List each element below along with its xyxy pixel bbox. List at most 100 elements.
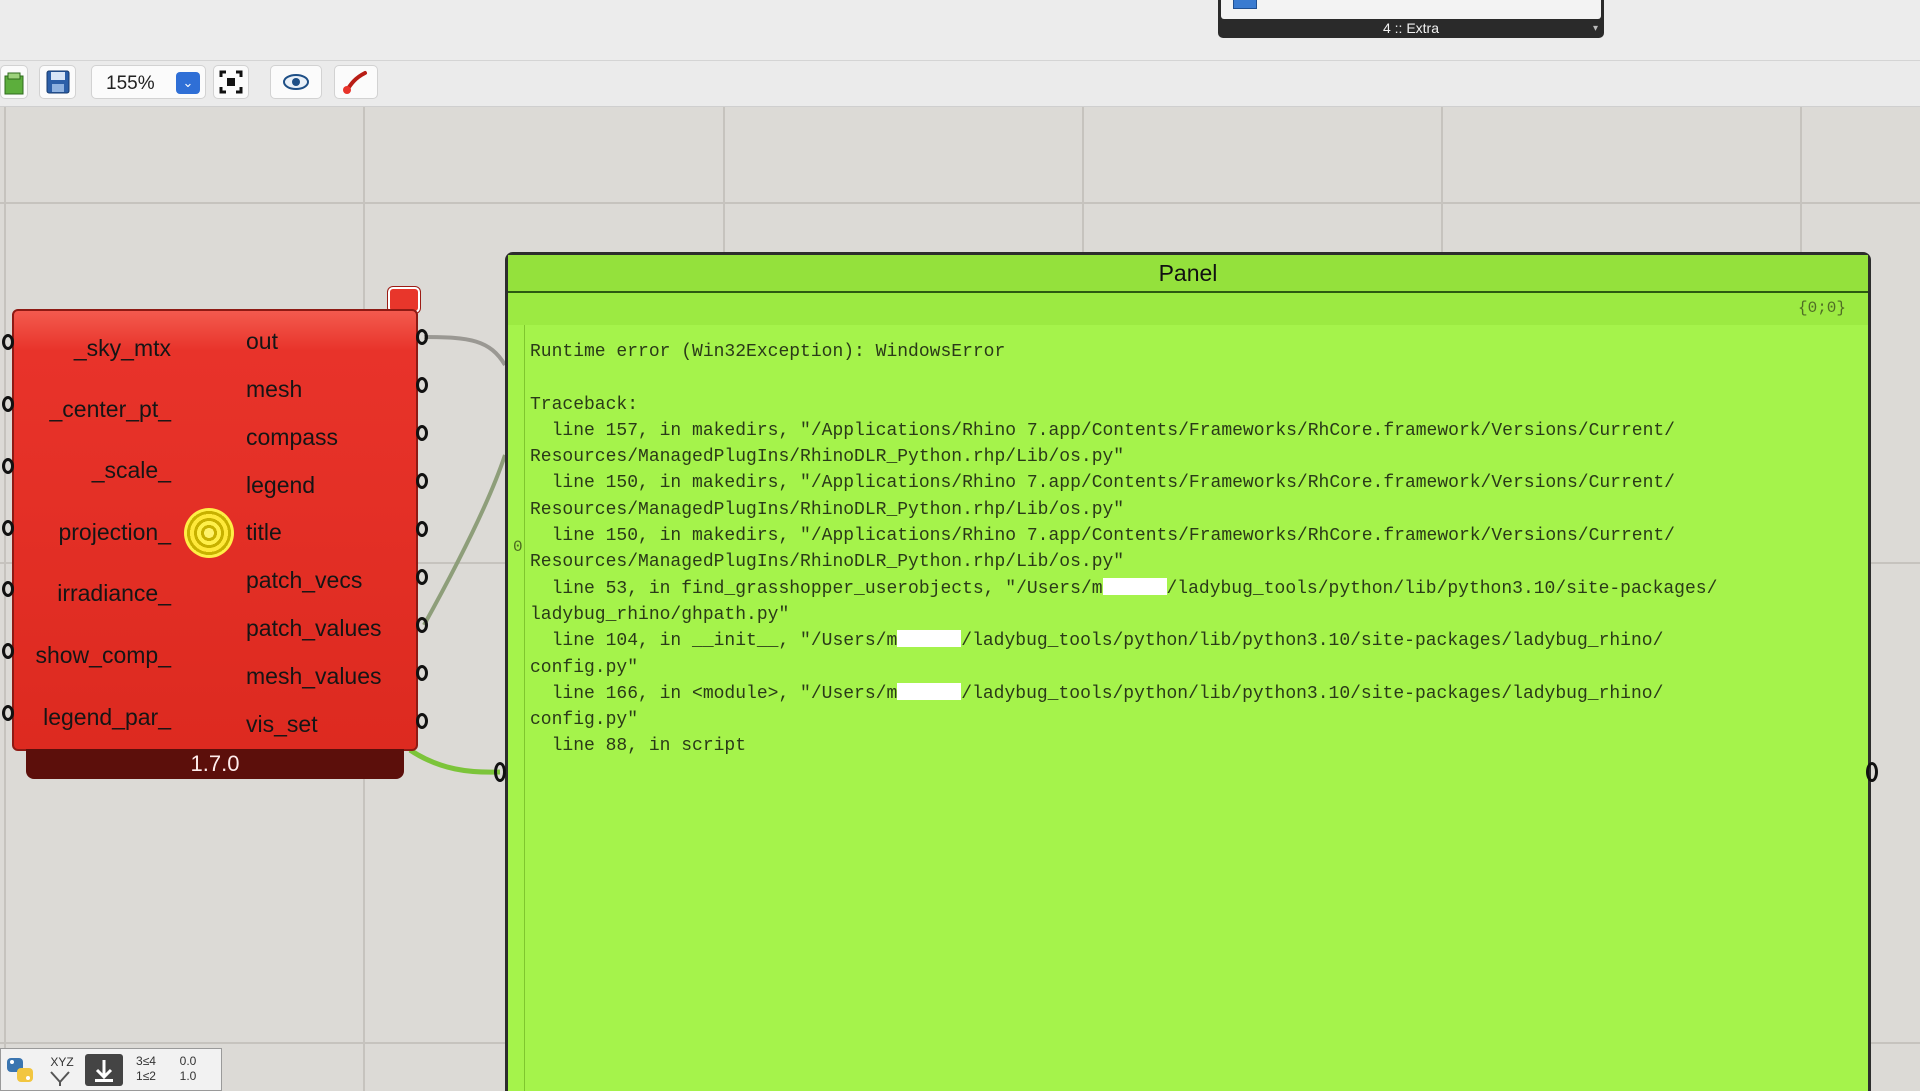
input-center-pt[interactable]: _center_pt_	[50, 396, 171, 423]
panel-line: line 150, in makedirs, "/Applications/Rh…	[530, 526, 1675, 547]
panel-line: Resources/ManagedPlugIns/RhinoDLR_Python…	[530, 447, 1125, 468]
xyz-button[interactable]: XYZ	[43, 1054, 81, 1086]
output-vis-set[interactable]: vis_set	[246, 711, 318, 738]
open-icon	[4, 72, 24, 95]
panel-line-part: line 166, in <module>, "/Users/m	[530, 683, 898, 704]
input-show-comp[interactable]: show_comp_	[35, 642, 171, 669]
panel-line: line 150, in makedirs, "/Applications/Rh…	[530, 473, 1675, 494]
redaction	[1102, 577, 1167, 595]
input-port[interactable]	[2, 705, 14, 721]
panel-line: Resources/ManagedPlugIns/RhinoDLR_Python…	[530, 499, 1125, 520]
output-port[interactable]	[416, 377, 428, 393]
output-port[interactable]	[416, 521, 428, 537]
canvas-widget-bar: XYZ 3≤4 1≤2 0.0 1.0	[0, 1048, 222, 1091]
python-icon	[7, 1058, 33, 1082]
input-sky-mtx[interactable]: _sky_mtx	[74, 335, 171, 362]
input-port[interactable]	[2, 396, 14, 412]
input-port[interactable]	[2, 520, 14, 536]
panel-line: Runtime error (Win32Exception): WindowsE…	[530, 342, 1006, 362]
preview-eye-icon	[283, 74, 309, 90]
save-button[interactable]	[39, 65, 76, 99]
panel-line: line 88, in script	[530, 736, 747, 757]
input-port[interactable]	[2, 458, 14, 474]
zoom-control[interactable]: 155% ⌄	[91, 65, 206, 99]
input-legend-par[interactable]: legend_par_	[43, 704, 171, 731]
panel-component[interactable]: Panel {0;0} 0 Runtime error (Win32Except…	[505, 252, 1871, 1091]
zoom-extents-button[interactable]	[213, 65, 249, 99]
input-port[interactable]	[2, 334, 14, 350]
input-scale[interactable]: _scale_	[92, 457, 171, 484]
input-port[interactable]	[2, 643, 14, 659]
input-projection[interactable]: projection_	[58, 519, 171, 546]
redaction	[897, 682, 962, 700]
panel-line: line 157, in makedirs, "/Applications/Rh…	[530, 420, 1675, 441]
output-legend[interactable]: legend	[246, 472, 315, 499]
output-port[interactable]	[416, 569, 428, 585]
output-port[interactable]	[416, 617, 428, 633]
panel-line: config.py"	[530, 710, 639, 731]
panel-gutter	[524, 325, 525, 1091]
output-port[interactable]	[416, 425, 428, 441]
extra-tab[interactable]: 4 :: Extra ▾	[1218, 0, 1604, 38]
save-icon	[46, 70, 70, 94]
zoom-dropdown-icon[interactable]: ⌄	[176, 72, 200, 94]
preview-button[interactable]	[270, 65, 322, 99]
sketch-brush-icon	[343, 71, 367, 94]
zoom-value[interactable]: 155%	[106, 73, 155, 95]
panel-line: ladybug_rhino/ghpath.py"	[530, 604, 790, 625]
sketch-button[interactable]	[334, 65, 378, 99]
panel-line-part: /ladybug_tools/python/lib/python3.10/sit…	[961, 631, 1664, 652]
panel-line: config.py"	[530, 657, 639, 678]
output-out[interactable]: out	[246, 328, 278, 355]
canvas-toolbar: 155% ⌄	[0, 61, 1920, 107]
sky-dome-icon	[184, 508, 234, 558]
panel-data-path: {0;0}	[1797, 299, 1846, 317]
python-button[interactable]	[1, 1054, 39, 1086]
panel-line-part: /ladybug_tools/python/lib/python3.10/sit…	[961, 683, 1664, 704]
output-patch-values[interactable]: patch_values	[246, 615, 382, 642]
ladybug-component[interactable]: _sky_mtx _center_pt_ _scale_ projection_…	[12, 309, 418, 751]
output-patch-vecs[interactable]: patch_vecs	[246, 567, 362, 594]
panel-line-part: line 53, in find_grasshopper_userobjects…	[530, 578, 1103, 599]
input-irradiance[interactable]: irradiance_	[57, 580, 171, 607]
component-version: 1.7.0	[26, 749, 404, 779]
panel-line: line 166, in <module>, "/Users/m/ladybug…	[530, 681, 1838, 707]
panel-line-part: line 104, in __init__, "/Users/m	[530, 631, 898, 652]
panel-title: Panel	[508, 255, 1868, 293]
ribbon: 4 :: Extra ▾	[0, 0, 1920, 61]
panel-line: line 53, in find_grasshopper_userobjects…	[530, 576, 1838, 602]
panel-line-part: /ladybug_tools/python/lib/python3.10/sit…	[1166, 578, 1718, 599]
number-slider-icon[interactable]: 0.0 1.0	[169, 1054, 207, 1086]
output-title[interactable]: title	[246, 519, 282, 546]
panel-input-port[interactable]	[494, 762, 506, 782]
expand-arrow-icon[interactable]: ▾	[1593, 23, 1598, 34]
component-thumbnail-icon[interactable]	[1233, 0, 1257, 9]
sort-icon[interactable]: 3≤4 1≤2	[127, 1054, 165, 1086]
redaction	[897, 630, 962, 648]
panel-item-index: 0	[513, 538, 523, 556]
panel-text[interactable]: Runtime error (Win32Exception): WindowsE…	[530, 339, 1838, 760]
download-button[interactable]	[85, 1054, 123, 1086]
output-mesh-values[interactable]: mesh_values	[246, 663, 382, 690]
panel-line: Resources/ManagedPlugIns/RhinoDLR_Python…	[530, 552, 1125, 573]
panel-path-bar: {0;0}	[508, 293, 1868, 325]
open-button[interactable]	[0, 65, 28, 99]
panel-output-port[interactable]	[1866, 762, 1878, 782]
download-icon	[95, 1060, 113, 1082]
zoom-extents-icon	[219, 70, 243, 94]
output-port[interactable]	[416, 665, 428, 681]
extra-tab-label: 4 :: Extra	[1382, 20, 1440, 36]
output-port[interactable]	[416, 329, 428, 345]
output-compass[interactable]: compass	[246, 424, 338, 451]
output-port[interactable]	[416, 473, 428, 489]
panel-line: line 104, in __init__, "/Users/m/ladybug…	[530, 628, 1838, 654]
xyz-arrows-icon	[50, 1071, 70, 1086]
grid-line	[4, 107, 6, 1091]
output-mesh[interactable]: mesh	[246, 376, 302, 403]
output-port[interactable]	[416, 713, 428, 729]
xyz-icon: XYZ	[50, 1055, 74, 1069]
grid-line	[0, 202, 1920, 204]
panel-line: Traceback:	[530, 394, 639, 415]
extra-tab-content	[1221, 0, 1601, 19]
input-port[interactable]	[2, 581, 14, 597]
